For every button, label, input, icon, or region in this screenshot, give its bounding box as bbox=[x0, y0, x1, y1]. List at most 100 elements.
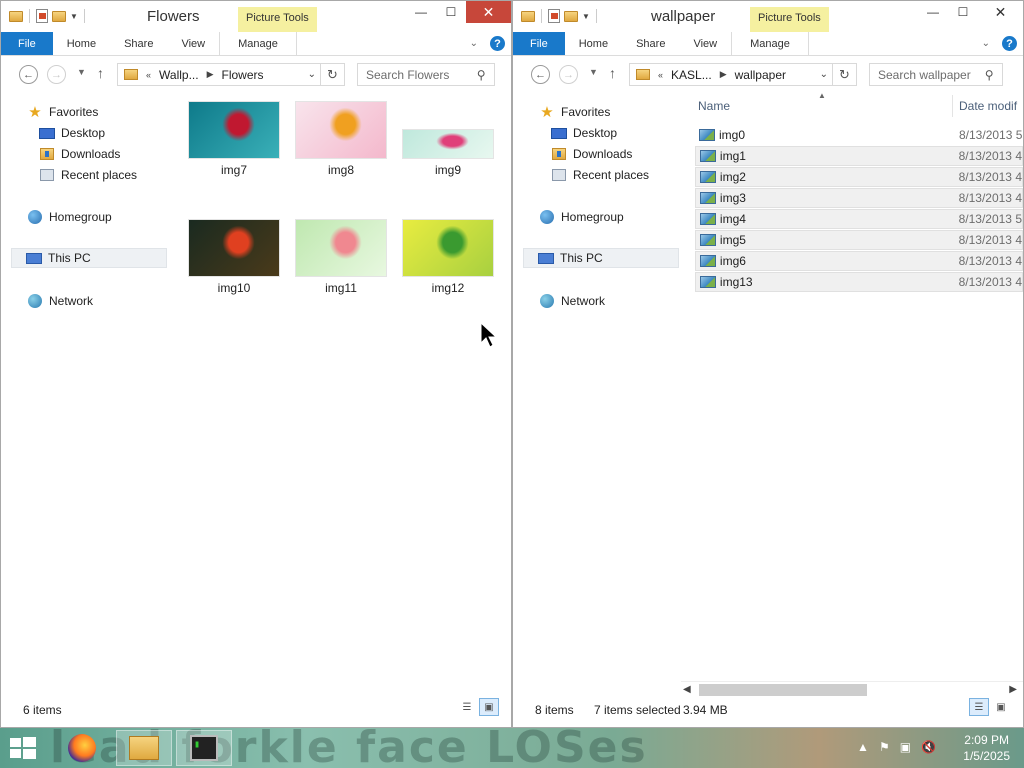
title-bar[interactable]: ▼ Flowers Picture Tools — ☐ ✕ bbox=[1, 1, 511, 32]
nav-favorites[interactable]: ★ Favorites bbox=[27, 102, 98, 122]
scroll-left-icon[interactable]: ◀ bbox=[683, 684, 691, 695]
tab-view[interactable]: View bbox=[167, 32, 219, 55]
breadcrumb-wallpaper[interactable]: wallpaper bbox=[735, 68, 786, 82]
up-button[interactable]: ↑ bbox=[609, 65, 616, 81]
breadcrumb-wallpaper[interactable]: Wallp... bbox=[159, 68, 199, 82]
thumbnail-item[interactable]: img8 bbox=[291, 101, 391, 177]
scroll-right-icon[interactable]: ▶ bbox=[1009, 684, 1017, 695]
thumbnail-item[interactable]: img9 bbox=[398, 101, 498, 177]
nav-favorites[interactable]: ★ Favorites bbox=[539, 102, 610, 122]
expand-ribbon-icon[interactable]: ⌄ bbox=[982, 38, 990, 49]
search-box[interactable]: ⚲ bbox=[869, 63, 1003, 86]
recent-locations-icon[interactable]: ▼ bbox=[77, 67, 86, 77]
tab-file[interactable]: File bbox=[1, 32, 53, 55]
list-item[interactable]: img3 8/13/2013 4 bbox=[695, 188, 1023, 208]
chevron-right-icon[interactable]: ▶ bbox=[720, 69, 727, 80]
nav-downloads[interactable]: Downloads bbox=[39, 144, 120, 164]
list-item[interactable]: img0 8/13/2013 5 bbox=[695, 125, 1023, 145]
customize-toolbar-icon[interactable]: ▼ bbox=[582, 12, 590, 21]
tab-file[interactable]: File bbox=[513, 32, 565, 55]
list-item[interactable]: img5 8/13/2013 4 bbox=[695, 230, 1023, 250]
refresh-button[interactable]: ↻ bbox=[833, 63, 857, 86]
nav-this-pc[interactable]: This PC bbox=[11, 248, 167, 268]
nav-homegroup[interactable]: Homegroup bbox=[539, 207, 624, 227]
nav-recent-places[interactable]: Recent places bbox=[551, 165, 649, 185]
minimize-button[interactable]: — bbox=[918, 1, 948, 23]
thumbnail-item[interactable]: img10 bbox=[184, 219, 284, 295]
tab-view[interactable]: View bbox=[679, 32, 731, 55]
nav-desktop[interactable]: Desktop bbox=[39, 123, 105, 143]
scrollbar-thumb[interactable] bbox=[699, 684, 867, 696]
forward-button[interactable]: → bbox=[559, 65, 578, 84]
close-button[interactable]: ✕ bbox=[466, 1, 511, 23]
minimize-button[interactable]: — bbox=[406, 1, 436, 23]
search-input[interactable] bbox=[366, 67, 477, 82]
list-item[interactable]: img4 8/13/2013 5 bbox=[695, 209, 1023, 229]
properties-icon[interactable] bbox=[548, 9, 560, 23]
properties-icon[interactable] bbox=[36, 9, 48, 23]
taskbar-file-explorer[interactable] bbox=[116, 730, 172, 766]
thumbnail-item[interactable]: img7 bbox=[184, 101, 284, 177]
nav-homegroup[interactable]: Homegroup bbox=[27, 207, 112, 227]
taskbar-firefox[interactable] bbox=[54, 730, 110, 766]
customize-toolbar-icon[interactable]: ▼ bbox=[70, 12, 78, 21]
new-folder-icon[interactable] bbox=[52, 10, 66, 22]
overflow-icon[interactable]: « bbox=[146, 70, 151, 80]
up-button[interactable]: ↑ bbox=[97, 65, 104, 81]
list-item[interactable]: img6 8/13/2013 4 bbox=[695, 251, 1023, 271]
details-view-icon[interactable]: ☰ bbox=[969, 698, 989, 716]
close-button[interactable]: ✕ bbox=[978, 1, 1023, 23]
nav-downloads[interactable]: Downloads bbox=[551, 144, 632, 164]
start-button[interactable] bbox=[10, 737, 36, 759]
tab-home[interactable]: Home bbox=[565, 32, 622, 55]
maximize-button[interactable]: ☐ bbox=[948, 1, 978, 23]
column-name[interactable]: Name bbox=[698, 99, 730, 113]
thumbnail-item[interactable]: img12 bbox=[398, 219, 498, 295]
overflow-icon[interactable]: « bbox=[658, 70, 663, 80]
address-bar[interactable]: « Wallp... ▶ Flowers ⌄ bbox=[117, 63, 321, 86]
refresh-button[interactable]: ↻ bbox=[321, 63, 345, 86]
nav-desktop[interactable]: Desktop bbox=[551, 123, 617, 143]
breadcrumb-kasl[interactable]: KASL... bbox=[671, 68, 712, 82]
taskbar-terminal[interactable]: ▮ bbox=[176, 730, 232, 766]
chevron-down-icon[interactable]: ⌄ bbox=[308, 69, 316, 80]
picture-tools-tab[interactable]: Picture Tools bbox=[750, 7, 829, 32]
large-icons-view-icon[interactable]: ▣ bbox=[991, 698, 1011, 716]
search-input[interactable] bbox=[878, 67, 985, 82]
search-icon[interactable]: ⚲ bbox=[477, 68, 494, 82]
chevron-down-icon[interactable]: ⌄ bbox=[820, 69, 828, 80]
list-item[interactable]: img13 8/13/2013 4 bbox=[695, 272, 1023, 292]
list-item[interactable]: img1 8/13/2013 4 bbox=[695, 146, 1023, 166]
volume-muted-icon[interactable]: 🔇 bbox=[921, 740, 936, 754]
horizontal-scrollbar[interactable]: ◀ ▶ bbox=[681, 681, 1023, 698]
back-button[interactable]: ← bbox=[19, 65, 38, 84]
clock[interactable]: 2:09 PM 1/5/2025 bbox=[963, 732, 1010, 764]
chevron-right-icon[interactable]: ▶ bbox=[207, 69, 214, 80]
thumbnail-item[interactable]: img11 bbox=[291, 219, 391, 295]
tab-home[interactable]: Home bbox=[53, 32, 110, 55]
address-bar[interactable]: « KASL... ▶ wallpaper ⌄ bbox=[629, 63, 833, 86]
large-icons-view-icon[interactable]: ▣ bbox=[479, 698, 499, 716]
tab-manage[interactable]: Manage bbox=[219, 32, 297, 55]
flag-icon[interactable]: ⚑ bbox=[879, 740, 890, 754]
title-bar[interactable]: ▼ wallpaper Picture Tools — ☐ ✕ bbox=[513, 1, 1023, 32]
new-folder-icon[interactable] bbox=[564, 10, 578, 22]
tab-manage[interactable]: Manage bbox=[731, 32, 809, 55]
picture-tools-tab[interactable]: Picture Tools bbox=[238, 7, 317, 32]
network-tray-icon[interactable]: ▣ bbox=[900, 740, 911, 754]
search-icon[interactable]: ⚲ bbox=[985, 68, 1002, 82]
column-date-modified[interactable]: Date modif bbox=[959, 99, 1017, 113]
recent-locations-icon[interactable]: ▼ bbox=[589, 67, 598, 77]
details-view-icon[interactable]: ☰ bbox=[457, 698, 477, 716]
help-icon[interactable]: ? bbox=[490, 36, 505, 51]
maximize-button[interactable]: ☐ bbox=[436, 1, 466, 23]
explorer-window-wallpaper[interactable]: ▼ wallpaper Picture Tools — ☐ ✕ File Hom… bbox=[512, 0, 1024, 728]
show-hidden-icons-icon[interactable]: ▲ bbox=[857, 740, 869, 754]
explorer-window-flowers[interactable]: ▼ Flowers Picture Tools — ☐ ✕ File Home … bbox=[0, 0, 512, 728]
nav-network[interactable]: Network bbox=[539, 291, 605, 311]
nav-this-pc[interactable]: This PC bbox=[523, 248, 679, 268]
tab-share[interactable]: Share bbox=[110, 32, 167, 55]
tab-share[interactable]: Share bbox=[622, 32, 679, 55]
search-box[interactable]: ⚲ bbox=[357, 63, 495, 86]
nav-network[interactable]: Network bbox=[27, 291, 93, 311]
